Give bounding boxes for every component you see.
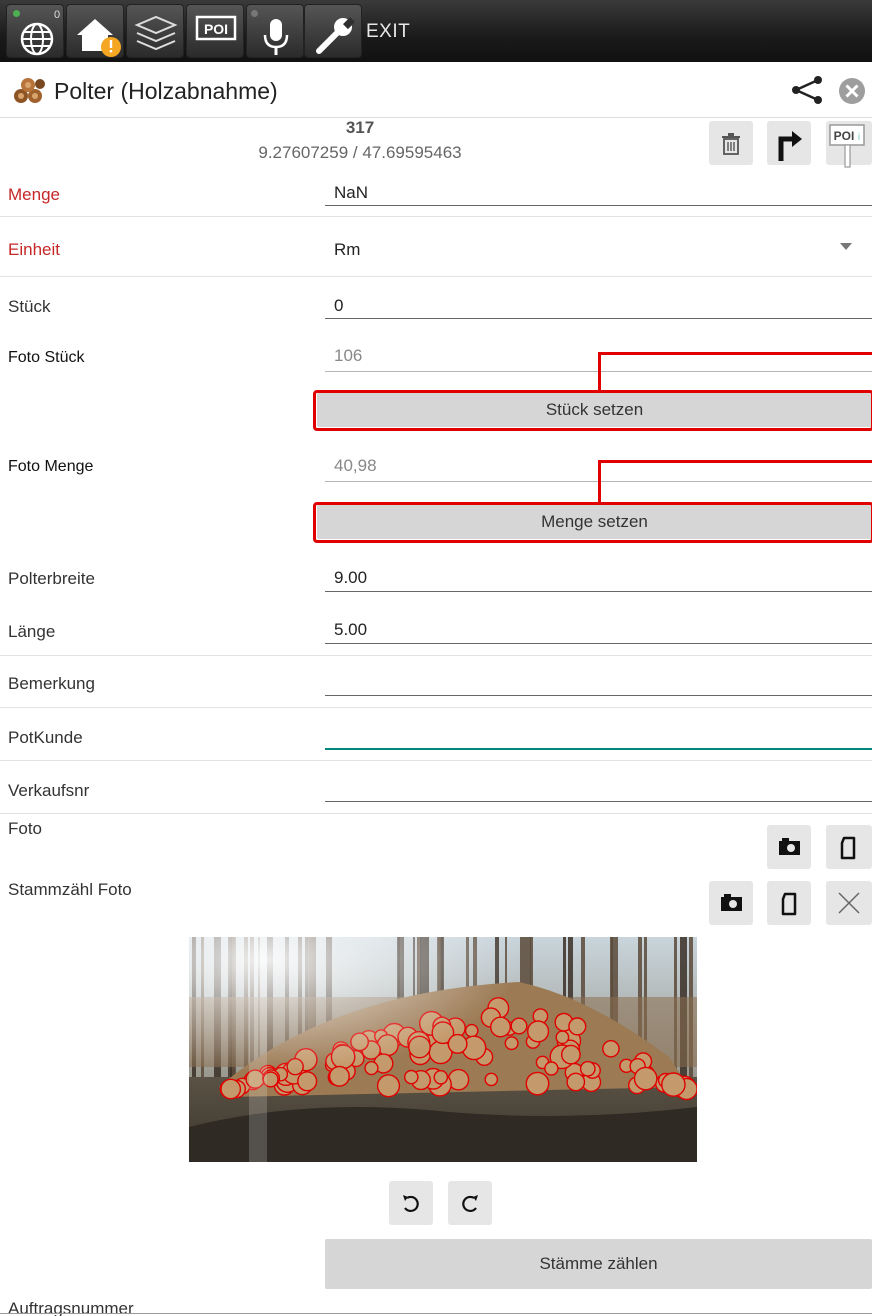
foto-file-button[interactable] [826,825,872,869]
share-icon[interactable] [788,72,826,108]
log-pile-photo [189,937,697,1162]
bemerkung-label: Bemerkung [8,674,95,693]
staemme-zaehlen-button[interactable]: Stämme zählen [325,1239,872,1289]
coordinates: 9.27607259 / 47.69595463 [258,143,462,162]
svg-text:POI: POI [834,129,855,143]
rotate-left-button[interactable] [389,1181,433,1225]
delete-button[interactable] [709,121,753,165]
stammzaehl-file-button[interactable] [767,881,811,925]
exit-button[interactable]: EXIT [366,21,410,43]
voice-button[interactable] [246,4,304,58]
stueck-label: Stück [8,297,51,316]
poi-sign-button[interactable]: POI i [826,121,872,168]
laenge-label: Länge [8,622,56,641]
bemerkung-underline [325,695,872,696]
sd-card-icon [840,836,856,860]
annotation-line [598,460,601,504]
menge-label: Menge [8,185,60,204]
camera-icon [721,894,742,911]
rotate-left-icon [403,1195,419,1213]
navigate-button[interactable] [767,121,811,165]
sd-card-icon [781,892,797,916]
menge-underline [325,205,872,206]
close-x-icon [838,892,860,914]
mic-led [251,10,258,17]
annotation-highlight [313,502,872,543]
verkaufsnr-label: Verkaufsnr [8,781,90,800]
stammzaehl-camera-button[interactable] [709,881,753,925]
camera-icon [779,838,800,855]
close-circle-icon[interactable] [836,75,868,107]
menge-field[interactable]: NaN [334,183,368,203]
divider [0,655,872,656]
foto-menge-value: 40,98 [334,456,377,475]
divider [0,216,872,217]
polterbreite-underline [325,591,872,592]
home-button[interactable] [66,4,124,58]
wrench-icon [316,17,356,54]
layers-button[interactable] [126,4,184,58]
foto-stueck-value: 106 [334,346,363,365]
svg-text:POI: POI [204,21,228,37]
stammzaehl-photo [189,937,697,1162]
log-pile-icon [14,78,45,103]
einheit-label: Einheit [8,240,60,259]
polterbreite-field[interactable]: 9.00 [334,568,367,588]
status-led [13,10,20,17]
dropdown-arrow-icon[interactable] [838,240,854,252]
object-id: 317 [345,118,375,137]
divider [0,760,872,761]
divider [0,707,872,708]
polterbreite-label: Polterbreite [8,569,95,588]
foto-stueck-label: Foto Stück [8,349,85,366]
rotate-right-icon [462,1195,478,1213]
verkaufsnr-underline [325,801,872,802]
gps-count: 0 [54,9,61,21]
gps-button[interactable]: 0 [6,4,64,58]
laenge-underline [325,643,872,644]
svg-text:i: i [858,132,860,143]
potkunde-underline-focused [325,748,872,750]
einheit-select[interactable]: Rm [334,240,360,260]
divider [0,1313,872,1314]
divider [0,813,872,814]
turn-right-arrow-icon [778,131,802,161]
trash-icon [722,133,740,155]
annotation-line [598,352,601,392]
foto-label: Foto [8,819,43,838]
divider [0,276,872,277]
poi-button[interactable]: POI [186,4,244,58]
top-toolbar: 0 POI EXIT [0,0,872,62]
stueck-field[interactable]: 0 [334,296,343,316]
stueck-underline [325,318,872,319]
title-bar: Polter (Holzabnahme) [0,62,872,118]
home-warning-icon [77,19,121,57]
poi-sign-icon: POI i [829,124,865,168]
stammzaehl-label: Stammzähl Foto [8,880,132,899]
settings-button[interactable] [304,4,362,58]
foto-camera-button[interactable] [767,825,811,869]
layers-icon [134,15,178,51]
annotation-line [598,352,872,355]
potkunde-label: PotKunde [8,728,83,747]
annotation-line [598,460,872,463]
foto-menge-label: Foto Menge [8,458,94,475]
poi-icon: POI [195,15,237,41]
rotate-right-button[interactable] [448,1181,492,1225]
laenge-field[interactable]: 5.00 [334,620,367,640]
page-title: Polter (Holzabnahme) [54,78,278,104]
annotation-highlight [313,390,872,431]
stammzaehl-delete-button[interactable] [826,881,872,925]
